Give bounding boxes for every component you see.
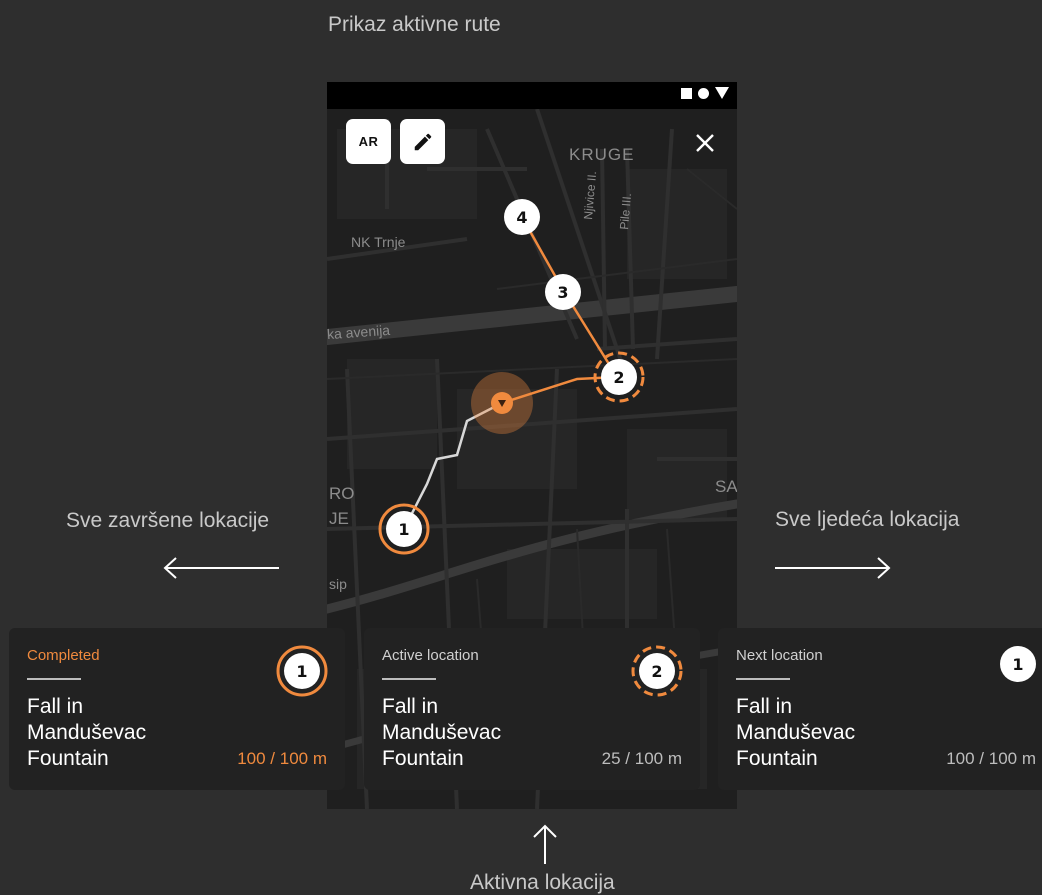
card-divider (27, 678, 81, 680)
active-location-label: Aktivna lokacija (470, 871, 615, 894)
svg-text:1: 1 (1012, 655, 1023, 674)
arrow-right-icon (775, 557, 891, 579)
triangle-status-icon (715, 87, 729, 99)
map-label-kruge: KRUGE (569, 145, 635, 164)
route-marker-2-active[interactable]: 2 (592, 350, 646, 404)
completed-location-card[interactable]: Completed Fall in Manduševac Fountain 10… (9, 628, 345, 790)
ar-button-label: AR (358, 134, 379, 149)
map-label-ro: RO (329, 484, 355, 503)
card-distance: 100 / 100 m (237, 749, 327, 768)
card-location-name: Fall in Manduševac Fountain (27, 695, 147, 770)
map-label-sa: SA (715, 477, 737, 496)
square-status-icon (681, 87, 692, 99)
svg-text:2: 2 (651, 662, 662, 681)
svg-text:3: 3 (557, 283, 568, 302)
close-icon[interactable] (692, 130, 718, 156)
next-location-card[interactable]: Next location Fall in Manduševac Fountai… (718, 628, 1042, 790)
svg-text:1: 1 (398, 520, 409, 539)
completed-locations-label: Sve završene lokacije (66, 509, 270, 532)
card-distance: 100 / 100 m (946, 749, 1036, 768)
card-status-label: Next location (736, 647, 823, 664)
svg-text:2: 2 (613, 368, 624, 387)
next-marker-icon: 1 (1000, 646, 1036, 682)
active-marker-icon: 2 (631, 645, 683, 697)
card-location-name: Fall in Manduševac Fountain (736, 695, 856, 770)
circle-status-icon (698, 87, 709, 99)
svg-text:1: 1 (296, 662, 307, 681)
route-marker-1-completed[interactable]: 1 (377, 502, 431, 556)
map-label-sip: sip (329, 576, 347, 592)
active-location-card[interactable]: Active location Fall in Manduševac Fount… (364, 628, 700, 790)
next-location-label: Sve ljedeća lokacija (775, 508, 960, 531)
card-status-label: Completed (27, 647, 100, 664)
page-title: Prikaz aktivne rute (328, 13, 501, 36)
card-divider (736, 678, 790, 680)
arrow-left-icon (163, 557, 279, 579)
completed-marker-icon: 1 (276, 645, 328, 697)
map-label-nk-trnje: NK Trnje (351, 234, 406, 250)
edit-button[interactable] (400, 119, 445, 164)
arrow-up-icon (533, 824, 557, 864)
pencil-icon (414, 133, 431, 150)
card-status-label: Active location (382, 647, 479, 664)
user-location-icon (491, 392, 513, 414)
map-label-je: JE (329, 509, 349, 528)
status-bar (327, 82, 737, 109)
ar-button[interactable]: AR (346, 119, 391, 164)
card-divider (382, 678, 436, 680)
route-marker-4[interactable]: 4 (502, 197, 542, 237)
svg-text:4: 4 (516, 208, 527, 227)
card-location-name: Fall in Manduševac Fountain (382, 695, 502, 770)
card-distance: 25 / 100 m (601, 749, 682, 768)
route-marker-3[interactable]: 3 (543, 272, 583, 312)
